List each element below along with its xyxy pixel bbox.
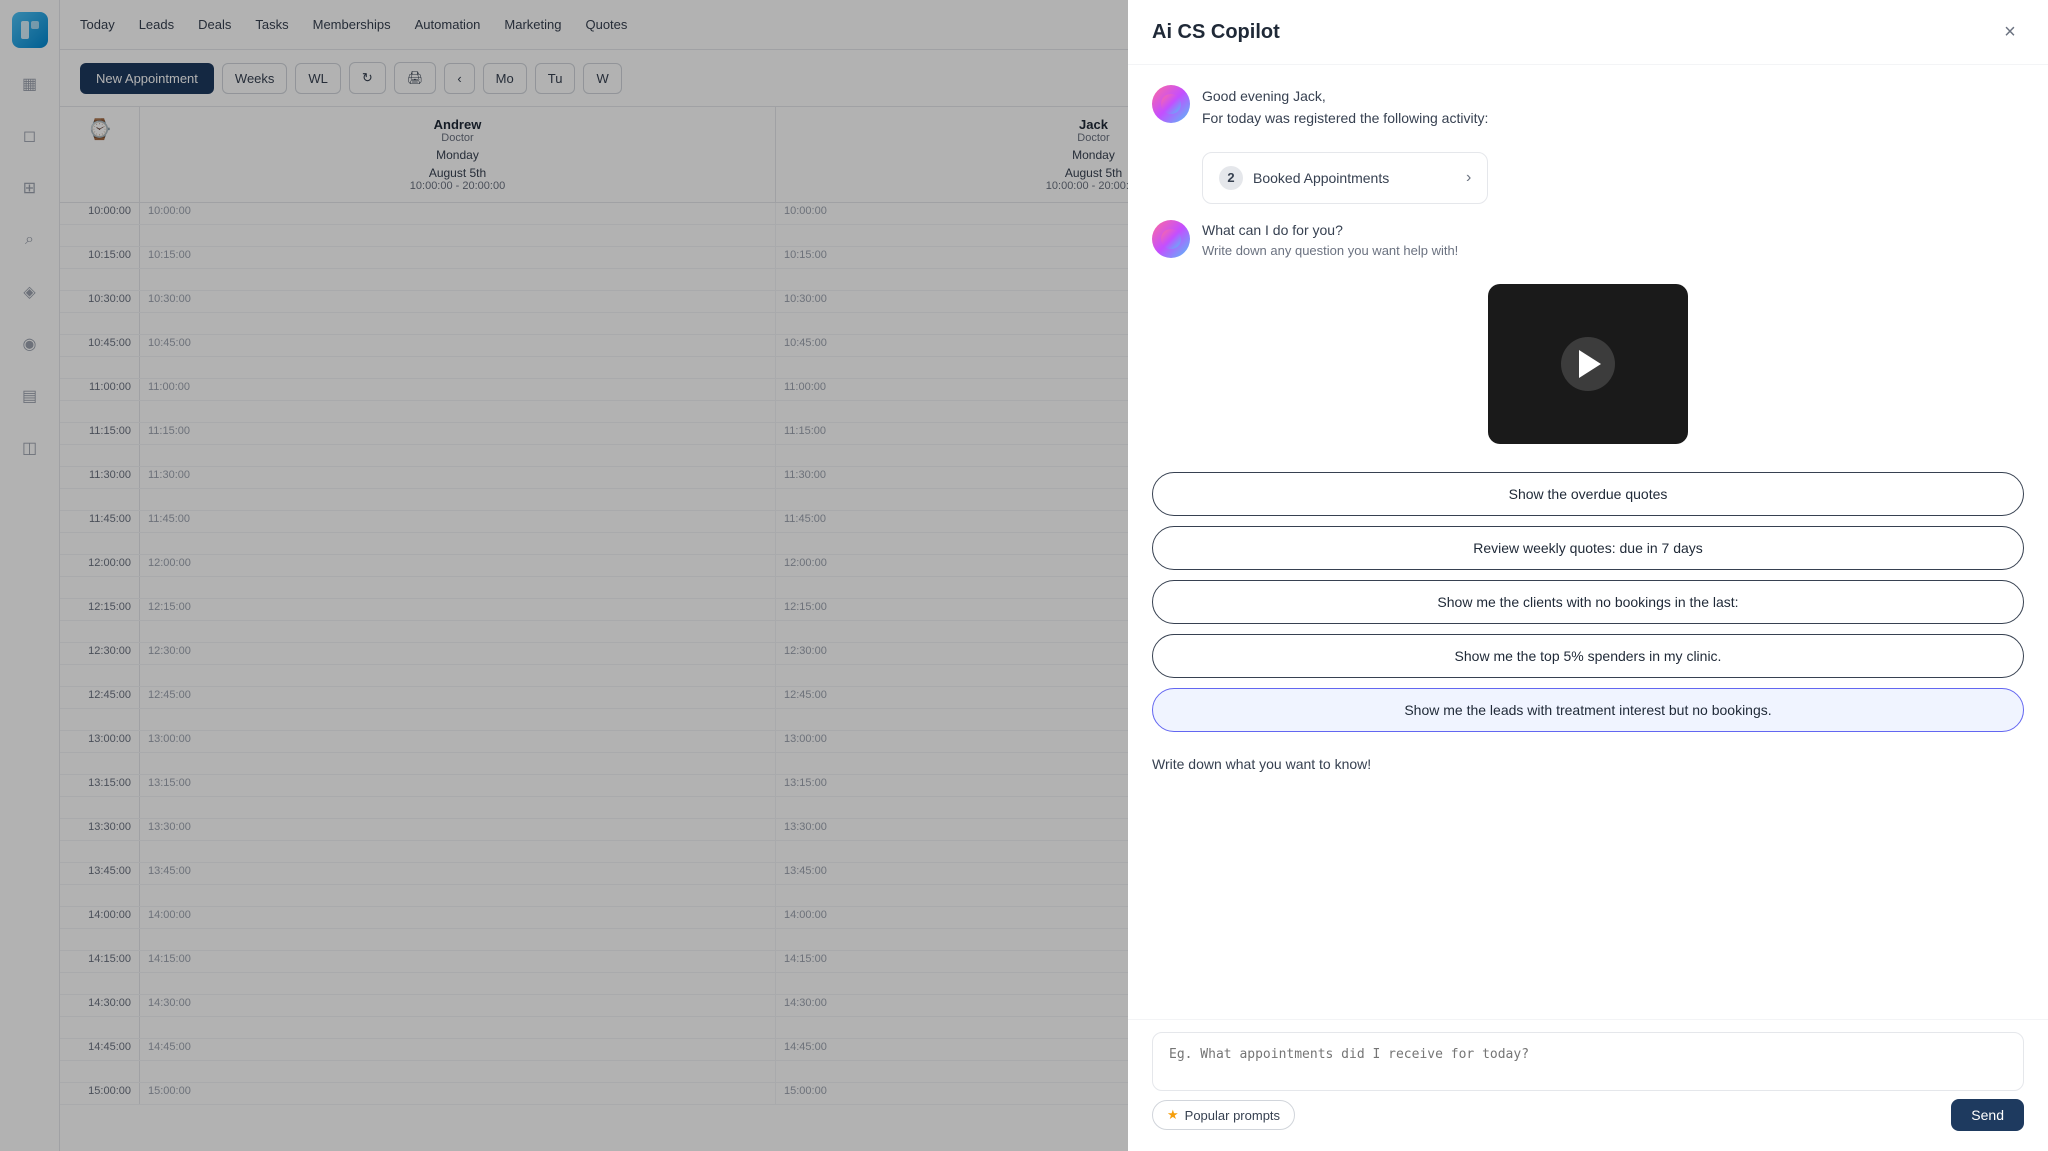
panel-header: Ai CS Copilot × [1128,0,2048,65]
greeting-message: Good evening Jack, For today was registe… [1202,85,1488,204]
write-section: Write down what you want to know! [1152,752,2024,790]
panel-body: Good evening Jack, For today was registe… [1128,65,2048,1019]
activity-intro-text: For today was registered the following a… [1202,107,1488,129]
ask-row: What can I do for you? Write down any qu… [1152,220,2024,261]
close-button[interactable]: × [1996,18,2024,46]
activity-badge: 2 [1219,166,1243,190]
activity-card-left: 2 Booked Appointments [1219,166,1389,190]
ai-avatar-ask [1152,220,1190,258]
suggestion-btn-weekly-quotes[interactable]: Review weekly quotes: due in 7 days [1152,526,2024,570]
popular-prompts-button[interactable]: ★ Popular prompts [1152,1100,1295,1130]
activity-card[interactable]: 2 Booked Appointments › [1202,152,1488,204]
ask-title: What can I do for you? [1202,220,1458,241]
ask-text: What can I do for you? Write down any qu… [1202,220,1458,261]
ai-panel: Ai CS Copilot × [1128,0,2048,1151]
write-label: Write down what you want to know! [1152,756,2024,772]
suggestion-btn-leads-no-bookings[interactable]: Show me the leads with treatment interes… [1152,688,2024,732]
activity-label: Booked Appointments [1253,167,1389,189]
panel-footer: ★ Popular prompts Send [1128,1019,2048,1151]
footer-actions: ★ Popular prompts Send [1152,1091,2024,1131]
video-section [1152,276,2024,452]
greeting-row: Good evening Jack, For today was registe… [1152,85,2024,204]
chat-input[interactable] [1153,1033,2023,1085]
panel-title: Ai CS Copilot [1152,21,1280,44]
chat-input-wrapper [1152,1032,2024,1091]
suggestion-btn-overdue-quotes[interactable]: Show the overdue quotes [1152,472,2024,516]
suggestion-btn-top-spenders[interactable]: Show me the top 5% spenders in my clinic… [1152,634,2024,678]
greeting-text: Good evening Jack, [1202,85,1488,107]
suggestion-buttons: Show the overdue quotes Review weekly qu… [1152,468,2024,736]
play-triangle-icon [1579,350,1601,378]
video-thumbnail[interactable] [1488,284,1688,444]
suggestion-btn-no-bookings[interactable]: Show me the clients with no bookings in … [1152,580,2024,624]
ask-subtitle: Write down any question you want help wi… [1202,241,1458,261]
chevron-down-icon: › [1466,165,1471,191]
play-button[interactable] [1561,337,1615,391]
ai-avatar-greeting [1152,85,1190,123]
star-icon: ★ [1167,1107,1179,1123]
popular-prompts-label: Popular prompts [1185,1108,1280,1123]
send-button[interactable]: Send [1951,1099,2024,1131]
overlay: Ai CS Copilot × [0,0,2048,1151]
